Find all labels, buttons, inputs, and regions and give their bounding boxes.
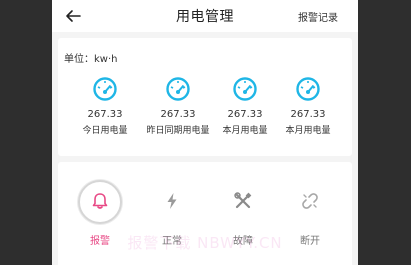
status-icon-ring bbox=[78, 180, 122, 224]
stat-value: 267.33 bbox=[87, 109, 123, 120]
broken-link-icon bbox=[302, 193, 318, 209]
top-bar: 用电管理 报警记录 bbox=[52, 0, 358, 32]
gauge-icon bbox=[233, 77, 257, 101]
status-fault[interactable]: 故障 bbox=[211, 180, 275, 247]
phone-screen: 用电管理 报警记录 单位：kw·h 267.33 今日用电量 267.33 昨日… bbox=[52, 0, 358, 265]
stat-today: 267.33 今日用电量 bbox=[65, 76, 145, 137]
gauge-icon bbox=[296, 77, 320, 101]
status-label: 故障 bbox=[233, 236, 253, 247]
unit-label: 单位：kw·h bbox=[64, 54, 118, 65]
stats-row: 267.33 今日用电量 267.33 昨日同期用电量 267.33 本月用电量… bbox=[58, 76, 352, 152]
stat-label: 今日用电量 bbox=[82, 126, 128, 136]
tools-icon bbox=[234, 192, 252, 209]
lightning-icon bbox=[167, 193, 177, 209]
gauge-icon bbox=[93, 77, 117, 101]
stat-month-2: 267.33 本月用电量 bbox=[268, 76, 348, 137]
status-alarm[interactable]: 报警 bbox=[68, 180, 132, 247]
status-label: 报警 bbox=[90, 236, 110, 247]
status-icon-wrap bbox=[288, 180, 332, 224]
stat-label: 本月用电量 bbox=[285, 126, 331, 136]
device-status-card: 报警 正常 故障 断开 bbox=[58, 162, 352, 265]
stat-value: 267.33 bbox=[290, 109, 326, 120]
gauge-icon bbox=[166, 77, 190, 101]
status-normal[interactable]: 正常 bbox=[140, 180, 204, 247]
status-icon-wrap bbox=[221, 180, 265, 224]
usage-stats-card: 单位：kw·h 267.33 今日用电量 267.33 昨日同期用电量 267.… bbox=[58, 38, 352, 156]
bell-icon bbox=[92, 193, 108, 209]
status-disconnected[interactable]: 断开 bbox=[278, 180, 342, 247]
status-label: 断开 bbox=[300, 236, 320, 247]
alarm-records-link[interactable]: 报警记录 bbox=[298, 9, 338, 24]
status-label: 正常 bbox=[162, 236, 182, 247]
status-icon-wrap bbox=[150, 180, 194, 224]
